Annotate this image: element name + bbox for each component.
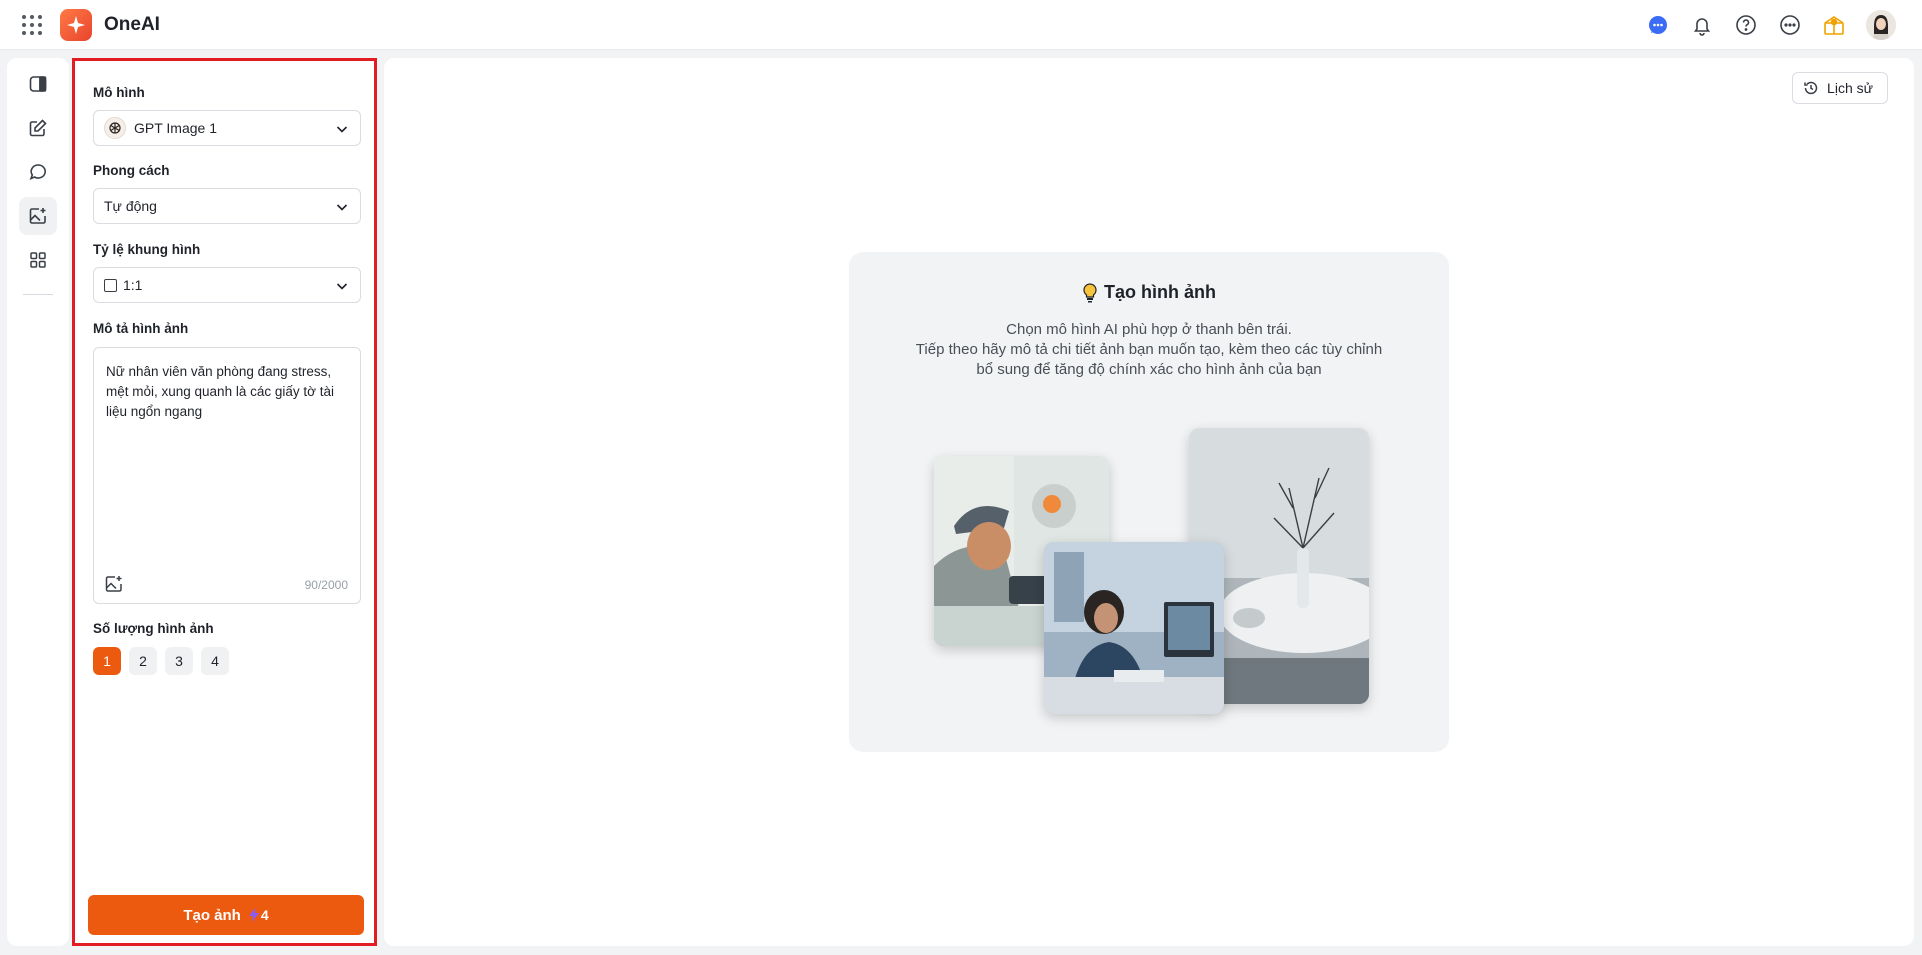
description-textarea[interactable]: Nữ nhân viên văn phòng đang stress, mệt … xyxy=(93,347,361,604)
generate-label: Tạo ảnh xyxy=(183,906,241,924)
brand-name: OneAI xyxy=(104,14,160,35)
empty-state-card: Tạo hình ảnh Chọn mô hình AI phù hợp ở t… xyxy=(849,252,1449,752)
empty-desc-line-2: Tiếp theo hãy mô tả chi tiết ảnh bạn muố… xyxy=(915,341,1383,358)
apps-grid-icon[interactable] xyxy=(22,15,42,35)
description-value[interactable]: Nữ nhân viên văn phòng đang stress, mệt … xyxy=(106,362,346,422)
credit-cost: 4 xyxy=(248,907,269,923)
gift-icon[interactable] xyxy=(1822,13,1846,37)
user-avatar[interactable] xyxy=(1866,10,1896,40)
model-value: GPT Image 1 xyxy=(134,120,218,136)
empty-state-description: Chọn mô hình AI phù hợp ở thanh bên trái… xyxy=(889,320,1409,380)
description-label: Mô tả hình ảnh xyxy=(93,321,189,336)
empty-desc-line-1: Chọn mô hình AI phù hợp ở thanh bên trái… xyxy=(1006,321,1292,338)
ratio-label: Tỷ lệ khung hình xyxy=(93,242,201,257)
empty-desc-line-3: bổ sung để tăng độ chính xác cho hình ản… xyxy=(976,361,1322,378)
model-select[interactable]: GPT Image 1 xyxy=(93,110,361,146)
apps-icon[interactable] xyxy=(19,241,57,279)
square-ratio-icon xyxy=(104,278,117,292)
sample-image-office xyxy=(1044,542,1224,714)
main-content: Lịch sử Tạo hình ảnh Chọn mô hình AI phù… xyxy=(384,58,1914,946)
top-actions xyxy=(1646,10,1896,40)
bell-icon[interactable] xyxy=(1690,13,1714,37)
chevron-down-icon xyxy=(336,126,348,133)
history-button[interactable]: Lịch sử xyxy=(1792,72,1888,104)
style-value: Tự động xyxy=(104,198,157,214)
edit-icon[interactable] xyxy=(19,109,57,147)
lightning-icon xyxy=(248,908,259,922)
openai-model-icon xyxy=(104,117,126,139)
count-option-1[interactable]: 1 xyxy=(93,647,121,675)
count-option-2[interactable]: 2 xyxy=(129,647,157,675)
image-add-icon[interactable] xyxy=(19,197,57,235)
help-icon[interactable] xyxy=(1734,13,1758,37)
ratio-select[interactable]: 1:1 xyxy=(93,267,361,303)
credit-cost-value: 4 xyxy=(260,907,269,923)
history-icon xyxy=(1804,81,1818,95)
empty-state-title: Tạo hình ảnh xyxy=(849,282,1449,303)
history-label: Lịch sử xyxy=(1827,80,1873,96)
left-rail xyxy=(7,58,69,946)
count-label: Số lượng hình ảnh xyxy=(93,621,214,636)
style-select[interactable]: Tự động xyxy=(93,188,361,224)
top-bar: OneAI xyxy=(0,0,1922,50)
more-icon[interactable] xyxy=(1778,13,1802,37)
chevron-down-icon xyxy=(336,283,348,290)
chevron-down-icon xyxy=(336,204,348,211)
count-options: 1 2 3 4 xyxy=(93,647,229,675)
count-option-4[interactable]: 4 xyxy=(201,647,229,675)
rail-divider xyxy=(23,294,53,295)
oneai-logo-icon[interactable] xyxy=(60,9,92,41)
image-settings-panel: Mô hình GPT Image 1 Phong cách Tự động T… xyxy=(72,58,377,946)
char-counter: 90/2000 xyxy=(304,578,348,592)
ratio-value: 1:1 xyxy=(123,277,143,293)
style-label: Phong cách xyxy=(93,163,170,178)
lightbulb-icon xyxy=(1083,282,1097,302)
empty-title-text: Tạo hình ảnh xyxy=(1104,282,1216,302)
count-option-3[interactable]: 3 xyxy=(165,647,193,675)
chat-icon[interactable] xyxy=(19,153,57,191)
sidebar-toggle-icon[interactable] xyxy=(19,65,57,103)
generate-image-button[interactable]: Tạo ảnh 4 xyxy=(88,895,364,935)
model-label: Mô hình xyxy=(93,85,145,100)
attach-image-icon[interactable] xyxy=(104,574,124,594)
chat-bubble-icon[interactable] xyxy=(1646,13,1670,37)
